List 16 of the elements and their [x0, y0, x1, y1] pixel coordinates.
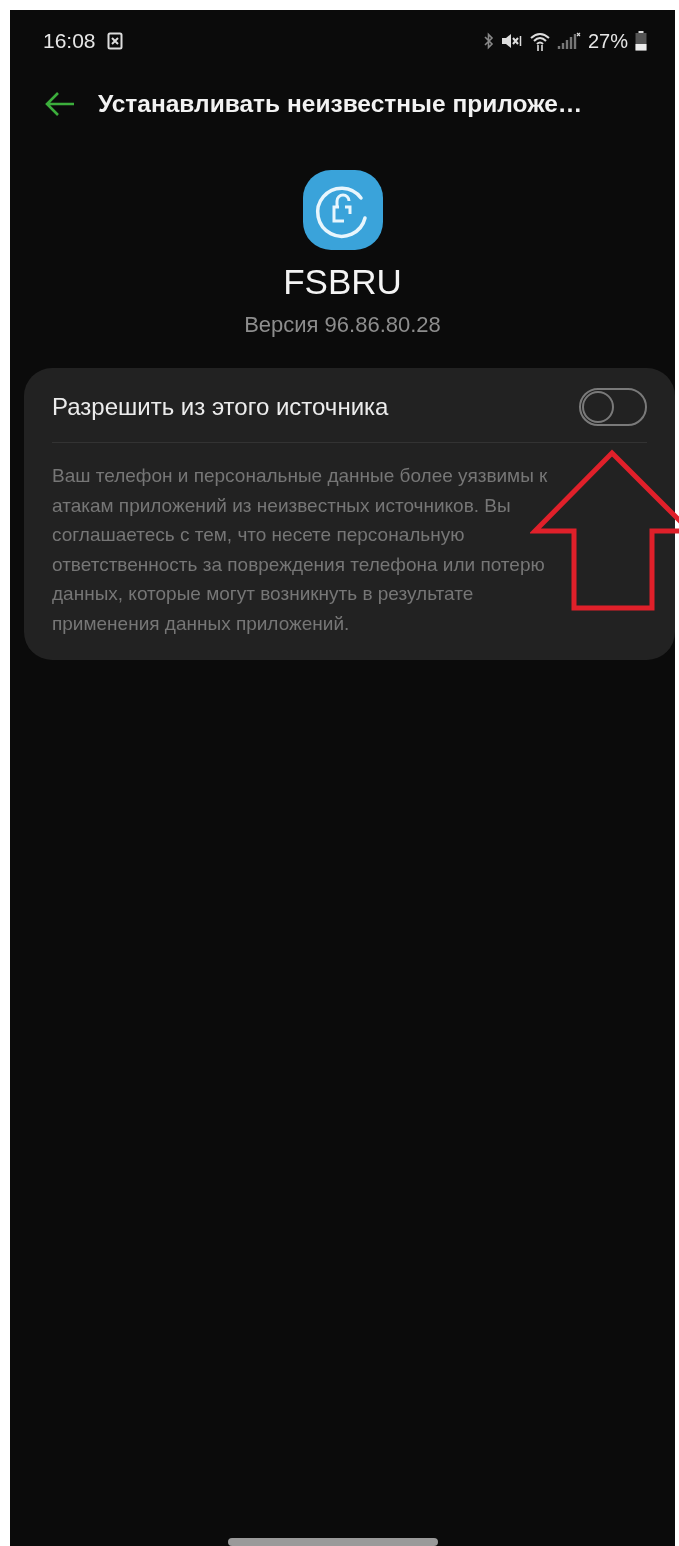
bluetooth-icon	[483, 32, 494, 50]
back-arrow-icon[interactable]	[44, 91, 76, 117]
signal-icon	[556, 32, 581, 50]
setting-description: Ваш телефон и персональные данные более уязвимы к атакам приложений из неизвестных источников. Вы соглашаетесь с тем, что несете персональную ответственность за повреждения телефона или потерю данных, которые могут возникнуть в результате применения данных приложений.	[52, 464, 549, 636]
toggle-switch[interactable]	[579, 388, 647, 426]
wifi-icon	[529, 31, 550, 51]
page-title: Устанавливать неизвестные приложе…	[98, 90, 583, 118]
app-name: FSBRU	[283, 262, 402, 302]
battery-percent: 27%	[587, 29, 628, 53]
app-icon	[302, 170, 383, 250]
notification-icon	[106, 32, 123, 50]
status-time: 16:08	[43, 29, 96, 53]
battery-icon	[635, 31, 647, 51]
mute-icon	[500, 32, 523, 50]
app-version: Версия 96.86.80.28	[244, 312, 441, 338]
setting-label: Разрешить из этого источника	[52, 393, 389, 421]
